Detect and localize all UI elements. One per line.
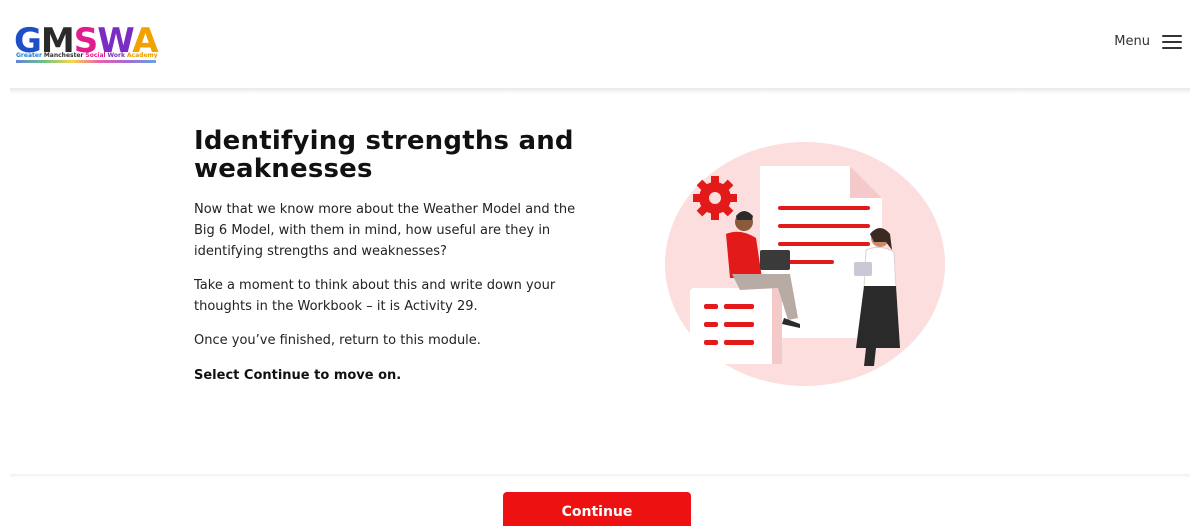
- page-title: Identifying strengths and weaknesses: [194, 126, 574, 184]
- header-divider: [10, 88, 1190, 94]
- intro-paragraph: Now that we know more about the Weather …: [194, 202, 576, 259]
- continue-button[interactable]: Continue: [503, 492, 691, 526]
- people-with-documents-illustration: [665, 142, 945, 386]
- menu-button[interactable]: Menu: [1114, 34, 1182, 49]
- doc-line: [778, 206, 870, 210]
- logo-stripe: [16, 60, 156, 63]
- doc-line: [778, 224, 870, 228]
- doc-line: [778, 242, 870, 246]
- activity-paragraph: Take a moment to think about this and wr…: [194, 278, 556, 314]
- menu-label: Menu: [1114, 34, 1150, 49]
- site-header: GMSWA Greater Manchester Social Work Aca…: [0, 0, 1190, 90]
- gmswa-logo[interactable]: GMSWA Greater Manchester Social Work Aca…: [14, 22, 159, 68]
- logo-subtitle: Greater Manchester Social Work Academy: [16, 52, 158, 59]
- footer-divider: [10, 474, 1190, 478]
- list-card-edge: [772, 288, 782, 364]
- return-paragraph: Once you’ve finished, return to this mod…: [194, 333, 481, 348]
- gear-icon: [693, 176, 737, 220]
- hamburger-menu-icon[interactable]: [1162, 34, 1182, 49]
- continue-instruction: Select Continue to move on.: [194, 368, 402, 383]
